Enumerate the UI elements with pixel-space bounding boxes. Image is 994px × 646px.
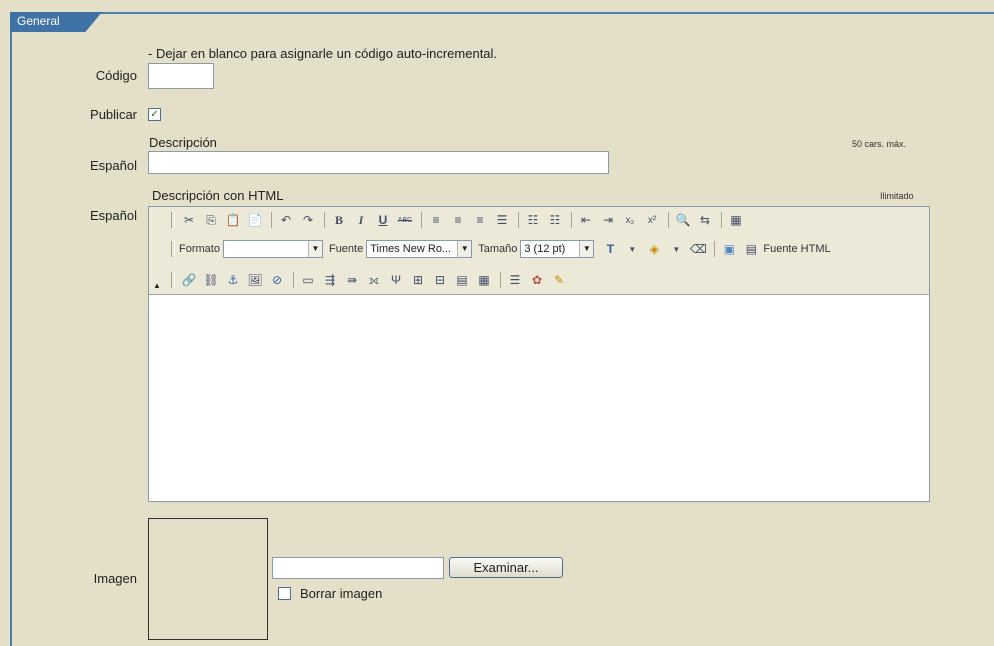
flash-icon[interactable]: ⊘ (267, 270, 287, 290)
align-right-icon[interactable]: ≡ (470, 210, 490, 230)
toolbar-collapse-icon[interactable]: ▲ (153, 281, 161, 290)
cell-properties-icon[interactable]: ▤ (452, 270, 472, 290)
tamano-label: Tamaño (478, 243, 518, 255)
formato-select[interactable]: ▼ (222, 240, 323, 258)
chevron-down-icon[interactable]: ▼ (579, 241, 594, 257)
link-icon[interactable]: 🔗 (179, 270, 199, 290)
split-cells-icon[interactable]: ⊟ (430, 270, 450, 290)
image-icon[interactable]: 🖼 (245, 270, 265, 290)
codigo-label: Código (95, 68, 137, 83)
examinar-button[interactable]: Examinar... (449, 557, 563, 578)
special-char-icon[interactable]: ✿ (527, 270, 547, 290)
text-color-icon[interactable]: T (600, 239, 620, 259)
bold-icon[interactable]: B (329, 210, 349, 230)
chevron-down-icon[interactable]: ▼ (457, 241, 472, 257)
delete-column-icon[interactable]: Ψ (386, 270, 406, 290)
merge-cells-icon[interactable]: ⊞ (408, 270, 428, 290)
redo-icon[interactable]: ↷ (298, 210, 318, 230)
descripcion-html-limit: Ilimitado (880, 191, 914, 201)
toolbar-row-1: ✂ ⎘ 📋 📄 ↶ ↷ B I U ABC ≡ ≡ ≡ ☰ ☷ ☷ ⇤ ⇥ x₂… (171, 209, 748, 231)
borrar-imagen-label: Borrar imagen (300, 586, 383, 601)
paste-text-icon[interactable]: 📄 (245, 210, 265, 230)
underline-icon[interactable]: U (373, 210, 393, 230)
chevron-down-icon[interactable]: ▼ (622, 239, 642, 259)
eraser-icon[interactable]: ⌫ (688, 239, 708, 259)
html-editor: ✂ ⎘ 📋 📄 ↶ ↷ B I U ABC ≡ ≡ ≡ ☰ ☷ ☷ ⇤ ⇥ x₂… (148, 206, 930, 502)
source-icon[interactable]: ▤ (741, 239, 761, 259)
formato-label: Formato (179, 243, 220, 255)
editor-toolbar: ✂ ⎘ 📋 📄 ↶ ↷ B I U ABC ≡ ≡ ≡ ☰ ☷ ☷ ⇤ ⇥ x₂… (149, 207, 929, 295)
preview-icon[interactable]: ▣ (719, 239, 739, 259)
fuente-label: Fuente (328, 243, 364, 255)
italic-icon[interactable]: I (351, 210, 371, 230)
clean-icon[interactable]: ✎ (549, 270, 569, 290)
chevron-down-icon[interactable]: ▼ (666, 239, 686, 259)
descripcion-limit: 50 cars. máx. (852, 139, 907, 149)
background-color-icon[interactable]: ◈ (644, 239, 664, 259)
select-all-icon[interactable]: ▦ (726, 210, 746, 230)
tamano-select[interactable]: 3 (12 pt) ▼ (520, 240, 595, 258)
descripcion-heading: Descripción (149, 135, 217, 150)
cut-icon[interactable]: ✂ (179, 210, 199, 230)
anchor-icon[interactable]: ⚓ (223, 270, 243, 290)
undo-icon[interactable]: ↶ (276, 210, 296, 230)
source-label[interactable]: Fuente HTML (763, 243, 830, 255)
replace-icon[interactable]: ⇆ (695, 210, 715, 230)
descripcion-html-heading: Descripción con HTML (152, 188, 284, 203)
insert-column-icon[interactable]: ⇛ (342, 270, 362, 290)
superscript-icon[interactable]: x² (642, 210, 662, 230)
subscript-icon[interactable]: x₂ (620, 210, 640, 230)
descripcion-html-label: Español (90, 208, 137, 223)
unlink-icon[interactable]: ⛓ (201, 270, 221, 290)
toolbar-row-3: 🔗 ⛓ ⚓ 🖼 ⊘ ▭ ⇶ ⇛ ⟗ Ψ ⊞ ⊟ ▤ ▦ ☰ ✿ ✎ (171, 269, 571, 291)
editor-content-area[interactable] (149, 296, 929, 501)
table-properties-icon[interactable]: ▦ (474, 270, 494, 290)
insert-row-icon[interactable]: ⇶ (320, 270, 340, 290)
descripcion-input[interactable] (148, 151, 609, 174)
toolbar-grip (171, 212, 175, 228)
publicar-checkbox[interactable]: ✓ (148, 108, 161, 121)
find-icon[interactable]: 🔍 (673, 210, 693, 230)
descripcion-label: Español (90, 158, 137, 173)
indent-icon[interactable]: ⇥ (598, 210, 618, 230)
outdent-icon[interactable]: ⇤ (576, 210, 596, 230)
copy-icon[interactable]: ⎘ (201, 210, 221, 230)
codigo-input[interactable] (148, 63, 214, 89)
imagen-file-input[interactable] (272, 557, 444, 579)
toolbar-row-2: Formato ▼ Fuente Times New Ro... ▼ Tamañ… (171, 238, 834, 260)
ordered-list-icon[interactable]: ☷ (523, 210, 543, 230)
align-justify-icon[interactable]: ☰ (492, 210, 512, 230)
table-icon[interactable]: ▭ (298, 270, 318, 290)
horizontal-rule-icon[interactable]: ☰ (505, 270, 525, 290)
unordered-list-icon[interactable]: ☷ (545, 210, 565, 230)
align-left-icon[interactable]: ≡ (426, 210, 446, 230)
strikethrough-icon[interactable]: ABC (395, 210, 415, 230)
borrar-imagen-checkbox[interactable] (278, 587, 291, 600)
imagen-label: Imagen (93, 571, 137, 586)
paste-icon[interactable]: 📋 (223, 210, 243, 230)
image-preview (148, 518, 268, 640)
align-center-icon[interactable]: ≡ (448, 210, 468, 230)
codigo-hint: - Dejar en blanco para asignarle un códi… (148, 46, 498, 61)
delete-row-icon[interactable]: ⟗ (364, 270, 384, 290)
chevron-down-icon[interactable]: ▼ (307, 241, 322, 257)
publicar-label: Publicar (90, 107, 137, 122)
fuente-select[interactable]: Times New Ro... ▼ (366, 240, 473, 258)
